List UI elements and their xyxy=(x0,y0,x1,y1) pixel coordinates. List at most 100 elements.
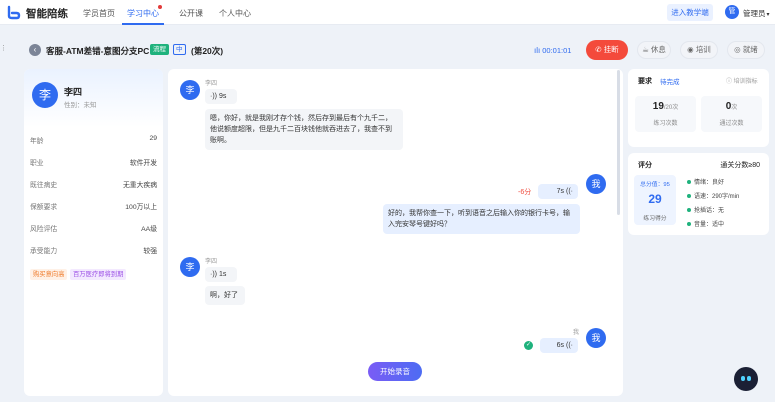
nav-item-learning-center[interactable]: 学习中心 xyxy=(127,8,159,19)
practice-count-box: 19/20次 练习次数 xyxy=(635,96,696,132)
avatar: 我 xyxy=(586,328,606,348)
start-recording-button[interactable]: 开始录音 xyxy=(368,362,422,381)
info-key: 职业 xyxy=(30,160,44,167)
info-value: 29 xyxy=(149,135,157,142)
message-text: 好的，我帮你查一下，听到语音之后输入你的银行卡号，输入完安琴号键好吗？ xyxy=(383,204,580,234)
metric-interrupt: 抢插话：无 xyxy=(687,205,724,214)
customer-avatar: 李 xyxy=(32,82,58,108)
ready-icon: ◎ xyxy=(734,45,743,54)
training-button[interactable]: ◉ 培训 xyxy=(680,41,718,59)
total-score-box: 总分值：95 29 练习得分 xyxy=(634,175,676,225)
message-text: 啊，好了 xyxy=(205,286,245,305)
pass-count-label: 通过次数 xyxy=(719,121,744,127)
back-icon[interactable]: ‹ xyxy=(29,44,41,56)
voice-message[interactable]: ·)) 9s xyxy=(205,89,237,104)
robot-eye-icon xyxy=(741,376,745,381)
requirements-status: 待完成 xyxy=(660,79,680,86)
message-sender: 我 xyxy=(573,330,580,336)
status-dot-icon xyxy=(687,222,691,227)
metric-volume: 音量：适中 xyxy=(687,219,724,228)
avatar: 李 xyxy=(180,257,200,277)
nav-active-indicator xyxy=(122,23,164,25)
info-key: 保额要求 xyxy=(30,204,58,211)
info-row-risk: 风险评估 AA级 xyxy=(30,223,157,235)
rest-label: 休息 xyxy=(650,45,666,54)
notification-dot xyxy=(158,5,162,9)
score-card: 评分 通关分数≥80 总分值：95 29 练习得分 情绪：良好 语速：290字/… xyxy=(628,153,769,235)
customer-profile-card: 李 李四 性别：未知 年龄 29 职业 软件开发 既往病史 无重大疾病 保额要求 100… xyxy=(24,69,163,396)
user-menu[interactable]: 管理员▾ xyxy=(743,8,770,19)
phone-icon: ✆ xyxy=(595,45,604,54)
hangup-button[interactable]: ✆ 挂断 xyxy=(586,40,628,60)
message-sender: 李四 xyxy=(205,81,218,87)
requirements-label: 要求 xyxy=(638,78,652,85)
info-value: 100万以上 xyxy=(125,204,157,211)
rest-button[interactable]: ☕ 休息 xyxy=(637,41,671,59)
info-row-medical-history: 既往病史 无重大疾病 xyxy=(30,179,157,191)
timer-value: 00:01:01 xyxy=(542,46,572,55)
info-key: 年龄 xyxy=(30,138,44,145)
info-row-tolerance: 承受能力 较强 xyxy=(30,245,157,257)
top-navigation: 智能陪练 学员首页 学习中心 公开课 个人中心 进入教学端 管 管理员▾ xyxy=(0,0,775,25)
message-sender: 李四 xyxy=(205,259,218,265)
nav-item-student-home[interactable]: 学员首页 xyxy=(83,8,115,19)
ready-button[interactable]: ◎ 就绪 xyxy=(727,41,765,59)
metric-text: 音量：适中 xyxy=(694,222,725,228)
penalty-score: -6分 xyxy=(518,189,532,196)
practice-total: /20次 xyxy=(663,105,679,111)
total-score: 29 xyxy=(648,192,662,206)
app-logo-icon xyxy=(7,5,21,20)
info-key: 既往病史 xyxy=(30,182,58,189)
voice-message[interactable]: ·)) 1s xyxy=(205,267,237,282)
customer-gender: 性别：未知 xyxy=(64,102,97,109)
chat-scrollbar[interactable] xyxy=(617,70,620,215)
level-tag: 中 xyxy=(173,44,186,55)
avatar: 李 xyxy=(180,80,200,100)
task-header: ‹ 客服-ATM差错-意图分支PC 流程 中 (第20次) ılı 00:01:0… xyxy=(0,37,775,63)
info-row-age: 年龄 29 xyxy=(30,135,157,147)
total-score-label: 练习得分 xyxy=(643,216,667,222)
brand-name: 智能陪练 xyxy=(26,8,68,20)
metric-speed: 语速：290字/min xyxy=(687,191,739,200)
user-avatar[interactable]: 管 xyxy=(725,5,739,19)
user-name: 管理员 xyxy=(743,9,766,18)
customer-name: 李四 xyxy=(64,87,83,97)
status-dot-icon xyxy=(687,180,691,185)
status-dot-icon xyxy=(687,208,691,213)
robot-assistant-icon[interactable] xyxy=(734,367,758,391)
chevron-down-icon: ▾ xyxy=(766,12,770,18)
avatar: 我 xyxy=(586,174,606,194)
total-score-head: 总分值：95 xyxy=(640,182,670,188)
training-metrics-link[interactable]: ⓘ 培训指标 xyxy=(726,76,758,85)
message-text: 嗯，你好，就是我刚才存个钱，然后存到最后有个九千二，他说额度超限，但是九千二百块… xyxy=(205,109,403,150)
practice-count: 19 xyxy=(652,101,664,112)
pass-count-box: 0次 通过次数 xyxy=(701,96,762,132)
pass-threshold: 通关分数≥80 xyxy=(720,162,760,169)
task-title: 客服-ATM差错-意图分支PC xyxy=(46,46,150,56)
metric-emotion: 情绪：良好 xyxy=(687,177,724,186)
info-value: 较强 xyxy=(143,248,157,255)
requirements-card: 要求 待完成 ⓘ 培训指标 19/20次 练习次数 0次 通过次数 xyxy=(628,69,769,147)
metric-text: 语速：290字/min xyxy=(694,194,740,200)
training-label: 培训 xyxy=(695,45,711,54)
training-icon: ◉ xyxy=(687,45,696,54)
flow-tag: 流程 xyxy=(150,44,169,55)
info-value: 软件开发 xyxy=(129,160,157,167)
check-icon: ✓ xyxy=(524,341,533,350)
info-key: 风险评估 xyxy=(30,226,58,233)
enter-teaching-button[interactable]: 进入教学端 xyxy=(667,4,713,21)
attempt-count: (第20次) xyxy=(191,46,224,56)
robot-eye-icon xyxy=(747,376,751,381)
metric-text: 抢插话：无 xyxy=(694,208,725,214)
voice-message[interactable]: 6s ((· xyxy=(540,338,578,353)
info-row-occupation: 职业 软件开发 xyxy=(30,157,157,169)
nav-item-personal-center[interactable]: 个人中心 xyxy=(219,8,251,19)
nav-item-open-course[interactable]: 公开课 xyxy=(179,8,203,19)
customer-tag: 百万医疗即将到期 xyxy=(70,269,127,280)
score-label: 评分 xyxy=(638,162,652,169)
hangup-label: 挂断 xyxy=(603,45,619,54)
status-dot-icon xyxy=(687,194,691,199)
customer-tag: 购买意向高 xyxy=(30,269,68,280)
voice-message[interactable]: 7s ((· xyxy=(538,184,578,199)
info-key: 承受能力 xyxy=(30,248,58,255)
